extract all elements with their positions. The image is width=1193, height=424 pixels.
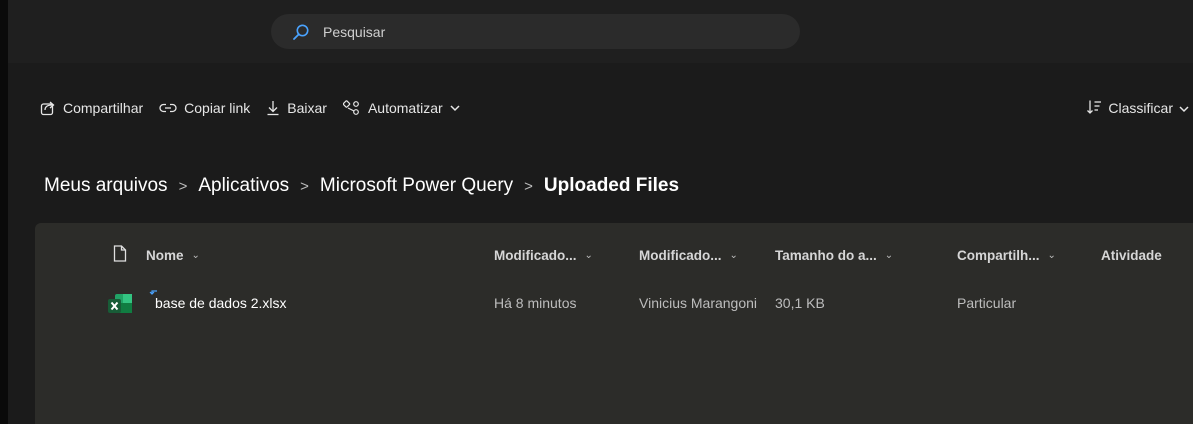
column-header-size[interactable]: Tamanho do a... ⌄ <box>775 243 893 267</box>
file-type-icon <box>113 245 127 265</box>
search-box[interactable]: Pesquisar <box>271 14 800 49</box>
download-icon <box>266 100 280 116</box>
column-label-size: Tamanho do a... <box>775 247 877 263</box>
share-icon <box>40 100 56 116</box>
share-label: Compartilhar <box>63 100 144 116</box>
file-browser-window: Pesquisar Compartilhar Copiar link Baixa… <box>0 0 1193 424</box>
chevron-down-icon: ⌄ <box>884 249 894 261</box>
column-header-modified-by[interactable]: Modificado... ⌄ <box>639 243 738 267</box>
chevron-down-icon: ⌄ <box>191 249 200 261</box>
breadcrumb-item-apps[interactable]: Aplicativos <box>198 175 289 197</box>
file-name[interactable]: base de dados 2.xlsx <box>155 295 287 311</box>
share-button[interactable]: Compartilhar <box>40 100 143 116</box>
chevron-down-icon: ⌄ <box>1047 249 1056 261</box>
copy-link-label: Copiar link <box>184 100 251 116</box>
download-label: Baixar <box>287 100 327 116</box>
file-modified: Há 8 minutos <box>494 295 577 311</box>
copy-link-button[interactable]: Copiar link <box>159 100 250 116</box>
column-header-modified[interactable]: Modificado... ⌄ <box>494 243 593 267</box>
table-row[interactable]: base de dados 2.xlsx Há 8 minutos Vinici… <box>35 287 1193 323</box>
chevron-down-icon <box>450 104 460 112</box>
excel-file-icon <box>107 292 133 316</box>
file-modified-by: Vinicius Marangoni <box>639 295 758 311</box>
chevron-down-icon: ⌄ <box>729 249 738 261</box>
sort-icon <box>1086 99 1102 118</box>
automate-button[interactable]: Automatizar <box>342 100 460 116</box>
left-edge <box>0 0 8 424</box>
command-bar: Compartilhar Copiar link Baixar Automati… <box>40 94 1193 122</box>
column-label-name: Nome <box>146 247 184 263</box>
column-header-name[interactable]: Nome ⌄ <box>113 243 200 267</box>
top-bar: Pesquisar <box>8 0 1193 63</box>
breadcrumb: Meus arquivos > Aplicativos > Microsoft … <box>44 172 679 200</box>
breadcrumb-item-my-files[interactable]: Meus arquivos <box>44 175 168 197</box>
breadcrumb-current: Uploaded Files <box>543 175 680 196</box>
file-list: Nome ⌄ Modificado... ⌄ Modificado... ⌄ T… <box>35 223 1193 424</box>
column-label-activity: Atividade <box>1101 247 1162 263</box>
column-header-sharing[interactable]: Compartilh... ⌄ <box>957 243 1056 267</box>
search-icon <box>291 22 311 42</box>
sort-button[interactable]: Classificar <box>1086 94 1189 122</box>
file-sharing: Particular <box>957 295 1017 311</box>
column-label-sharing: Compartilh... <box>957 247 1040 263</box>
download-button[interactable]: Baixar <box>266 100 327 116</box>
column-label-modified-by: Modificado... <box>639 247 722 263</box>
chevron-right-icon: > <box>524 177 533 195</box>
flow-icon <box>342 100 361 116</box>
column-label-modified: Modificado... <box>494 247 577 263</box>
chevron-down-icon <box>1179 100 1189 116</box>
automate-label: Automatizar <box>367 100 443 116</box>
chevron-right-icon: > <box>300 177 309 195</box>
column-header-activity[interactable]: Atividade <box>1101 243 1162 267</box>
chevron-down-icon: ⌄ <box>584 249 593 261</box>
search-input[interactable]: Pesquisar <box>323 24 385 40</box>
sort-label: Classificar <box>1108 100 1173 116</box>
chevron-right-icon: > <box>178 177 188 195</box>
breadcrumb-item-power-query[interactable]: Microsoft Power Query <box>320 175 513 197</box>
file-size: 30,1 KB <box>775 295 825 311</box>
link-icon <box>159 102 177 114</box>
